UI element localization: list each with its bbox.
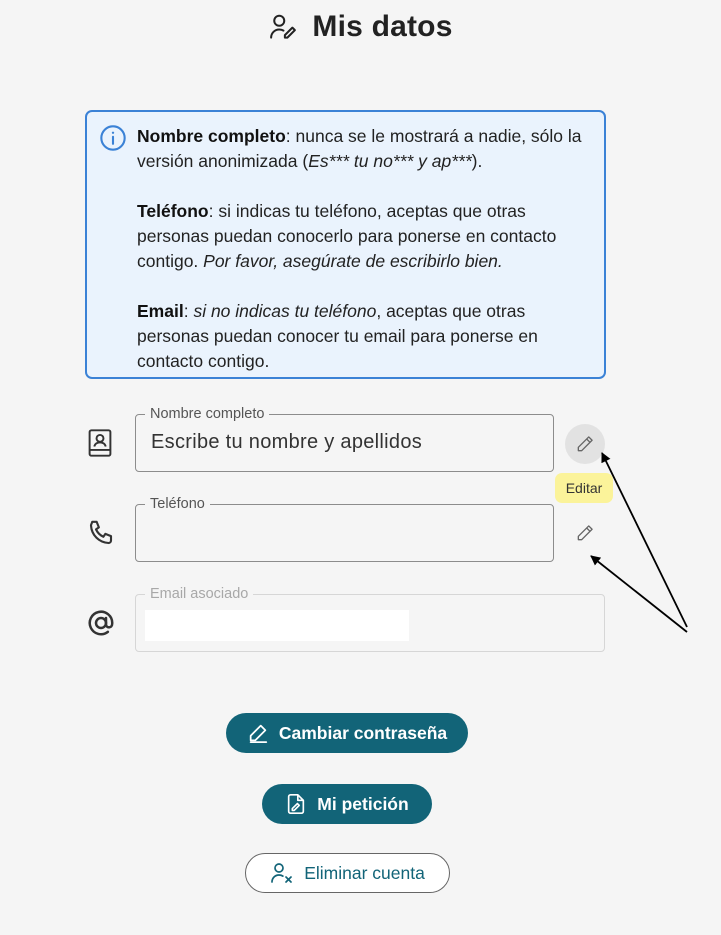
arrow-to-name-edit <box>601 452 688 628</box>
arrow-to-phone-edit <box>590 555 688 633</box>
annotation-arrows <box>590 452 688 633</box>
